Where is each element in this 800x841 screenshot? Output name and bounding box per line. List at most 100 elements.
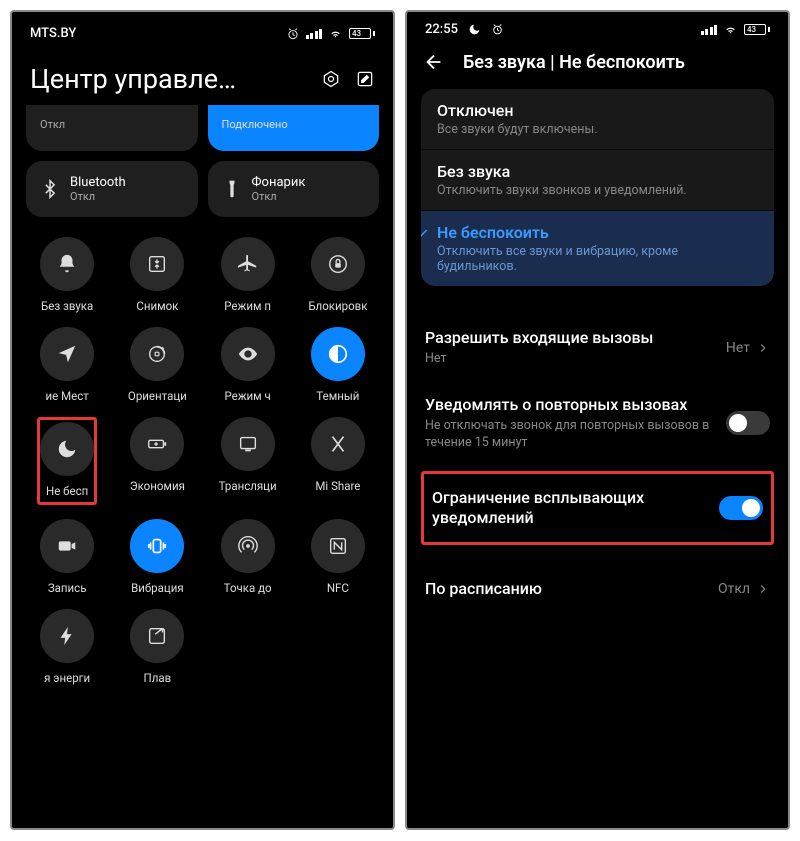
record-icon[interactable] [40, 519, 94, 573]
toggle-location[interactable]: ие Мест [22, 317, 112, 407]
toggle-label: Вибрация [131, 581, 184, 595]
hotspot-icon[interactable] [221, 519, 275, 573]
page-title: Центр управле… [30, 63, 236, 95]
toggle-hotspot[interactable]: Точка до [203, 509, 293, 599]
toggle-label: Ориентаци [128, 389, 187, 403]
wide-tiles-row1: Откл Подключено [12, 105, 393, 151]
option-item[interactable]: ОтключенВсе звуки будут включены. [421, 89, 774, 149]
nfc-icon[interactable] [311, 519, 365, 573]
toggle-label: Точка до [224, 581, 272, 595]
screenshot-icon[interactable] [130, 237, 184, 291]
rotation-icon[interactable] [130, 327, 184, 381]
option-item[interactable]: Без звукаОтключить звуки звонков и уведо… [421, 149, 774, 210]
toggle-float[interactable]: Плав [112, 599, 202, 689]
mishare-icon[interactable] [311, 417, 365, 471]
highlight-dnd: Не бесп [37, 417, 97, 505]
toggle-label: Запись [48, 581, 87, 595]
energy-icon[interactable] [40, 609, 94, 663]
highlight-popup-setting: Ограничение всплывающих уведомлений [421, 471, 774, 545]
toggle-label: Снимок [136, 299, 178, 313]
battery-icon: 43 [744, 24, 770, 35]
toggle-label: Не бесп [40, 484, 94, 498]
toggle-nfc[interactable]: NFC [293, 509, 383, 599]
vibrate-icon[interactable] [130, 519, 184, 573]
battery-icon[interactable] [130, 417, 184, 471]
airplane-icon[interactable] [221, 237, 275, 291]
toggle-label: Mi Share [315, 479, 360, 493]
toggle-label: Режим ч [224, 389, 270, 403]
toggle-dnd[interactable]: Не бесп [22, 407, 112, 509]
toggle-label: Темный [316, 389, 359, 403]
toggle-eye[interactable]: Режим ч [203, 317, 293, 407]
switch-popup-limit[interactable] [719, 496, 763, 520]
moon-icon [468, 23, 481, 36]
mobile-data-tile[interactable]: Откл [26, 105, 198, 151]
toggle-cast[interactable]: Трансляци [203, 407, 293, 509]
signal-icon [701, 25, 718, 35]
mute-icon[interactable] [40, 237, 94, 291]
bluetooth-tile[interactable]: BluetoothОткл [26, 161, 198, 217]
toggle-label: Плав [144, 671, 172, 685]
setting-popup-limit[interactable]: Ограничение всплывающих уведомлений [428, 474, 767, 542]
float-icon[interactable] [130, 609, 184, 663]
header-row: Центр управле… [12, 49, 393, 105]
eye-icon[interactable] [221, 327, 275, 381]
toggle-mishare[interactable]: Mi Share [293, 407, 383, 509]
toggle-dark[interactable]: Темный [293, 317, 383, 407]
toggle-screenshot[interactable]: Снимок [112, 227, 202, 317]
page-header: Без звука | Не беспокоить [407, 43, 788, 89]
back-icon[interactable] [423, 51, 445, 73]
setting-value: Нет [726, 340, 770, 356]
toggle-energy[interactable]: я энерги [22, 599, 112, 689]
location-icon[interactable] [40, 327, 94, 381]
flashlight-tile[interactable]: ФонарикОткл [208, 161, 380, 217]
toggle-label: Блокировк [308, 299, 367, 313]
bluetooth-icon [40, 179, 60, 199]
toggle-label: Без звука [41, 299, 93, 313]
toggle-label: Режим п [224, 299, 271, 313]
toggle-lock[interactable]: Блокировк [293, 227, 383, 317]
phone-dnd-settings: 22:55 43 Без звука | Не беспокоить Отклю… [405, 10, 790, 830]
signal-icon [306, 29, 323, 39]
setting-value: Откл [718, 581, 770, 597]
toggle-battery[interactable]: Экономия [112, 407, 202, 509]
battery-icon: 43 [349, 28, 375, 39]
settings-icon[interactable] [321, 69, 341, 89]
setting-schedule[interactable]: По расписанию Откл [421, 565, 774, 613]
toggle-record[interactable]: Запись [22, 509, 112, 599]
wide-tiles-row2: BluetoothОткл ФонарикОткл [12, 161, 393, 217]
toggle-grid: Без звука Снимок Режим п Блокировк ие Мест Ор… [12, 217, 393, 689]
wifi-tile[interactable]: Подключено [208, 105, 380, 151]
status-bar: 22:55 43 [407, 12, 788, 43]
alarm-icon [286, 27, 300, 41]
wifi-icon [723, 22, 738, 37]
toggle-vibrate[interactable]: Вибрация [112, 509, 202, 599]
status-bar: MTS.BY 43 [12, 12, 393, 49]
setting-repeat-calls[interactable]: Уведомлять о повторных вызовах Не отключ… [421, 381, 774, 465]
dnd-icon[interactable] [40, 422, 94, 476]
toggle-label: ие Мест [45, 389, 88, 403]
alarm-icon [491, 23, 504, 36]
options-card: ОтключенВсе звуки будут включены.Без зву… [421, 89, 774, 286]
option-item[interactable]: Не беспокоитьОтключить все звуки и вибра… [421, 210, 774, 286]
toggle-label: NFC [327, 581, 349, 595]
wifi-icon [328, 26, 343, 41]
chevron-right-icon [756, 341, 770, 355]
cast-icon[interactable] [221, 417, 275, 471]
setting-incoming-calls[interactable]: Разрешить входящие вызовы Нет Нет [421, 314, 774, 381]
page-title: Без звука | Не беспокоить [463, 52, 685, 73]
switch-repeat-calls[interactable] [726, 411, 770, 435]
chevron-right-icon [756, 582, 770, 596]
dark-icon[interactable] [311, 327, 365, 381]
time-label: 22:55 [425, 22, 458, 37]
carrier-label: MTS.BY [30, 26, 76, 41]
toggle-rotation[interactable]: Ориентаци [112, 317, 202, 407]
toggle-mute[interactable]: Без звука [22, 227, 112, 317]
phone-control-center: MTS.BY 43 Центр управле… Откл Подключено… [10, 10, 395, 830]
toggle-label: Трансляци [219, 479, 277, 493]
toggle-label: я энерги [44, 671, 90, 685]
edit-icon[interactable] [355, 69, 375, 89]
lock-icon[interactable] [311, 237, 365, 291]
toggle-airplane[interactable]: Режим п [203, 227, 293, 317]
toggle-label: Экономия [130, 479, 185, 493]
